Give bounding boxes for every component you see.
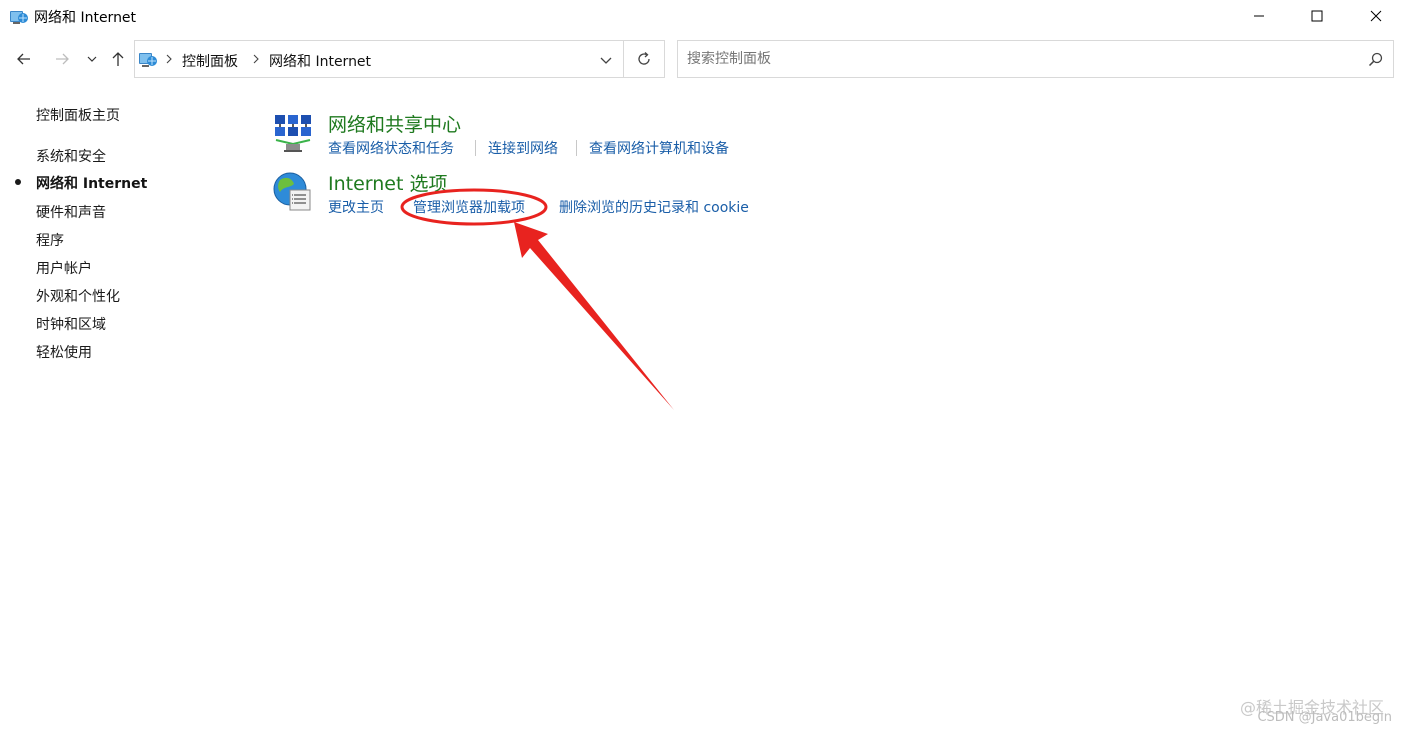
control-panel-icon	[139, 53, 157, 67]
link-manage-browser-addons[interactable]: 管理浏览器加载项	[413, 197, 525, 217]
chevron-down-icon	[87, 56, 97, 62]
link-view-network-status[interactable]: 查看网络状态和任务	[328, 138, 454, 158]
network-folder-icon	[10, 11, 28, 24]
up-button[interactable]	[104, 44, 132, 74]
minimize-button[interactable]	[1230, 0, 1288, 32]
chevron-right-icon	[253, 54, 259, 64]
link-connect-to-network[interactable]: 连接到网络	[488, 138, 558, 158]
recent-locations-button[interactable]	[82, 44, 102, 74]
close-icon	[1370, 10, 1382, 22]
refresh-icon	[638, 52, 650, 65]
title-bar: 网络和 Internet	[0, 0, 1406, 32]
link-separator	[576, 140, 577, 156]
sidebar-item-appearance[interactable]: 外观和个性化	[36, 286, 120, 306]
refresh-button[interactable]	[623, 40, 665, 78]
breadcrumb-network-internet[interactable]: 网络和 Internet	[269, 51, 371, 71]
network-sharing-center-icon[interactable]	[272, 112, 314, 154]
sidebar-item-ease-of-access[interactable]: 轻松使用	[36, 342, 92, 362]
sidebar-item-clock-region[interactable]: 时钟和区域	[36, 314, 106, 334]
link-delete-browsing-history[interactable]: 删除浏览的历史记录和 cookie	[559, 197, 749, 217]
sidebar-item-system-security[interactable]: 系统和安全	[36, 146, 106, 166]
arrow-up-icon	[112, 52, 124, 66]
maximize-icon	[1311, 10, 1323, 22]
internet-options-title[interactable]: Internet 选项	[328, 169, 447, 196]
window-title: 网络和 Internet	[34, 10, 137, 26]
link-view-network-computers[interactable]: 查看网络计算机和设备	[589, 138, 729, 158]
address-dropdown-icon[interactable]	[599, 53, 613, 67]
sidebar-item-programs[interactable]: 程序	[36, 230, 64, 250]
close-button[interactable]	[1347, 0, 1405, 32]
search-input[interactable]	[687, 49, 1347, 69]
search-box[interactable]	[677, 40, 1394, 78]
annotation-overlay	[400, 188, 674, 410]
maximize-button[interactable]	[1288, 0, 1346, 32]
forward-button[interactable]	[48, 44, 76, 74]
back-button[interactable]	[10, 44, 38, 74]
address-bar[interactable]: 控制面板 网络和 Internet	[134, 40, 624, 78]
annotation-arrow	[514, 222, 674, 410]
chevron-right-icon	[166, 54, 172, 64]
breadcrumb-control-panel[interactable]: 控制面板	[182, 51, 238, 71]
link-separator	[475, 140, 476, 156]
breadcrumb-separator[interactable]	[251, 51, 261, 67]
internet-options-globe-icon[interactable]	[272, 170, 314, 212]
link-change-homepage[interactable]: 更改主页	[328, 197, 384, 217]
sidebar-item-home[interactable]: 控制面板主页	[36, 105, 120, 125]
search-icon[interactable]	[1368, 52, 1383, 67]
sidebar-item-user-accounts[interactable]: 用户帐户	[36, 258, 92, 278]
minimize-icon	[1254, 15, 1264, 17]
arrow-left-icon	[17, 53, 30, 65]
breadcrumb-separator[interactable]	[164, 51, 174, 67]
sidebar-item-network-internet[interactable]: 网络和 Internet	[36, 173, 147, 193]
watermark-csdn: CSDN @Java01begin	[1257, 710, 1392, 725]
active-bullet	[15, 179, 21, 185]
arrow-right-icon	[56, 53, 69, 65]
network-sharing-center-title[interactable]: 网络和共享中心	[328, 110, 461, 137]
sidebar-item-hardware-sound[interactable]: 硬件和声音	[36, 202, 106, 222]
